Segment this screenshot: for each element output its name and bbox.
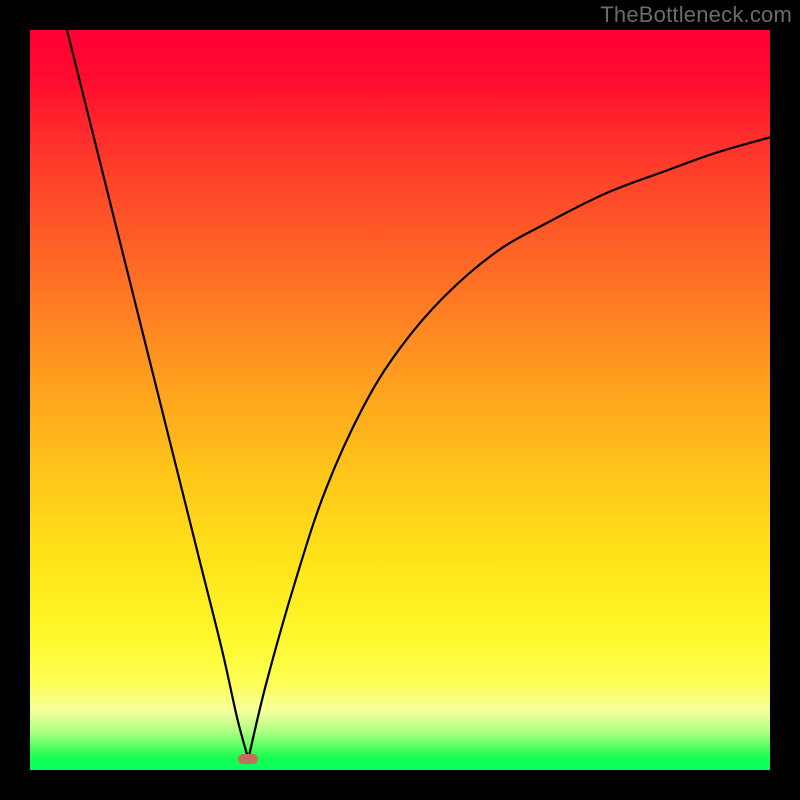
plot-area (30, 30, 770, 770)
bottleneck-curve (30, 30, 770, 770)
chart-frame: TheBottleneck.com (0, 0, 800, 800)
minimum-marker (238, 754, 258, 764)
watermark-text: TheBottleneck.com (600, 2, 792, 28)
